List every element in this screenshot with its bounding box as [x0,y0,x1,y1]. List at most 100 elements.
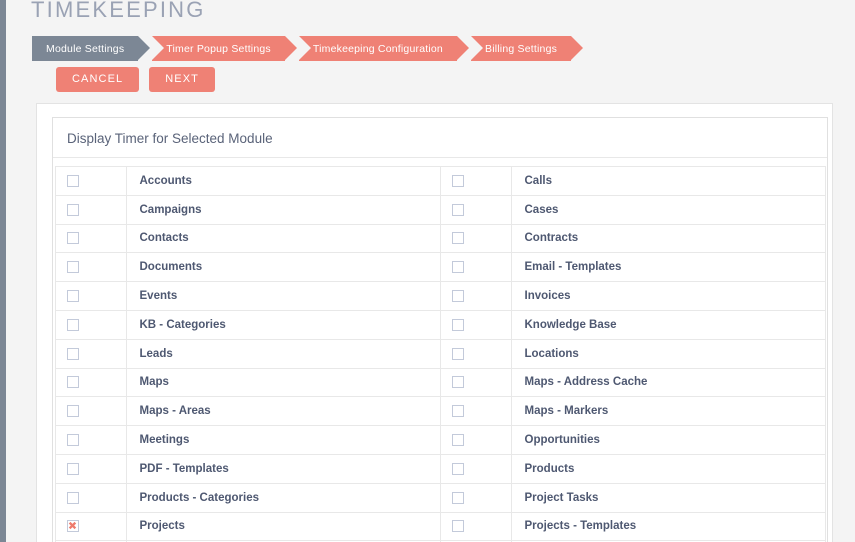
table-row: Projects Projects - Templates [54,511,826,542]
next-button[interactable]: NEXT [149,67,215,92]
table-row: Maps - Areas Maps - Markers [54,396,826,427]
cancel-button[interactable]: CANCEL [56,67,140,92]
checkbox-cell-right[interactable] [439,194,512,225]
module-name-cell-right: Maps - Markers [510,396,826,427]
wizard-step-label: Timer Popup Settings [166,42,271,55]
checkbox-icon[interactable] [66,405,79,418]
checkbox-cell-right[interactable] [439,281,512,311]
table-row: KB - Categories Knowledge Base [54,309,826,340]
table-row: Leads Locations [54,338,826,369]
checkbox-icon[interactable] [451,405,464,418]
module-name-cell-left: Campaigns [125,194,441,225]
checkbox-icon[interactable] [451,347,464,360]
module-name-cell-left: KB - Categories [125,309,441,340]
wizard-step-label: Timekeeping Configuration [312,42,443,55]
wizard-step-1[interactable]: Module Settings [32,36,151,61]
module-name-cell-left: Documents [125,252,441,283]
module-selection-table: Accounts Calls Campaigns Cases Contacts Contr… [54,166,826,542]
wizard-steps: Module Settings Timer Popup Settings Timek… [32,36,584,61]
module-name-cell-left: Maps [125,367,441,398]
wizard-step-label: Module Settings [46,42,125,55]
module-name-cell-left: PDF - Templates [125,453,441,484]
module-name-cell-left: Projects [125,511,441,542]
checkbox-cell-left[interactable] [54,166,127,196]
checkbox-checked-icon[interactable] [66,520,79,533]
checkbox-cell-right[interactable] [439,511,512,542]
checkbox-icon[interactable] [451,318,464,331]
checkbox-icon[interactable] [66,174,79,187]
wizard-step-3[interactable]: Timekeeping Configuration [298,36,470,61]
checkbox-icon[interactable] [66,232,79,245]
checkbox-cell-right[interactable] [439,367,512,398]
checkbox-icon[interactable] [451,434,464,447]
checkbox-icon[interactable] [451,232,464,245]
checkbox-cell-right[interactable] [439,425,512,455]
module-name-cell-left: Accounts [125,166,441,196]
checkbox-cell-left[interactable] [54,194,127,225]
checkbox-icon[interactable] [66,376,79,389]
checkbox-icon[interactable] [451,203,464,216]
table-row: Accounts Calls [54,166,826,196]
checkbox-icon[interactable] [451,376,464,389]
checkbox-cell-left[interactable] [54,367,127,398]
checkbox-cell-left[interactable] [54,511,127,542]
table-row: Meetings Opportunities [54,425,826,455]
checkbox-cell-left[interactable] [54,338,127,369]
module-name-cell-right: Email - Templates [510,252,826,283]
wizard-step-label: Billing Settings [484,42,558,55]
module-name-cell-left: Events [125,281,441,311]
checkbox-cell-right[interactable] [439,252,512,283]
table-row: Maps Maps - Address Cache [54,367,826,398]
module-name-cell-left: Leads [125,338,441,369]
checkbox-cell-left[interactable] [54,252,127,283]
checkbox-cell-right[interactable] [439,396,512,427]
table-row: Documents Email - Templates [54,252,826,283]
module-name-cell-right: Knowledge Base [510,309,826,340]
table-row: Campaigns Cases [54,194,826,225]
checkbox-icon[interactable] [66,261,79,274]
page-title: TIMEKEEPING [31,0,206,22]
checkbox-cell-right[interactable] [439,453,512,484]
checkbox-cell-right[interactable] [439,309,512,340]
checkbox-icon[interactable] [66,347,79,360]
checkbox-cell-right[interactable] [439,166,512,196]
checkbox-cell-right[interactable] [439,482,512,513]
checkbox-icon[interactable] [66,491,79,504]
checkbox-icon[interactable] [451,174,464,187]
panel-heading: Display Timer for Selected Module [53,118,827,158]
page-content: TIMEKEEPING Module Settings Timer Popup S… [6,0,855,542]
checkbox-cell-right[interactable] [439,338,512,369]
checkbox-cell-left[interactable] [54,309,127,340]
checkbox-cell-left[interactable] [54,223,127,254]
module-name-cell-right: Maps - Address Cache [510,367,826,398]
action-button-row: CANCEL NEXT [56,67,215,92]
module-name-cell-left: Meetings [125,425,441,455]
checkbox-icon[interactable] [451,290,464,303]
checkbox-icon[interactable] [66,434,79,447]
module-settings-panel: Display Timer for Selected Module Accoun… [52,117,828,542]
checkbox-cell-right[interactable] [439,223,512,254]
checkbox-cell-left[interactable] [54,453,127,484]
checkbox-icon[interactable] [451,462,464,475]
checkbox-cell-left[interactable] [54,482,127,513]
module-name-cell-left: Maps - Areas [125,396,441,427]
wizard-step-4[interactable]: Billing Settings [470,36,584,61]
checkbox-icon[interactable] [66,203,79,216]
table-row: Contacts Contracts [54,223,826,254]
checkbox-cell-left[interactable] [54,281,127,311]
module-name-cell-right: Project Tasks [510,482,826,513]
checkbox-cell-left[interactable] [54,396,127,427]
checkbox-cell-left[interactable] [54,425,127,455]
checkbox-icon[interactable] [66,462,79,475]
checkbox-icon[interactable] [451,520,464,533]
wizard-step-2[interactable]: Timer Popup Settings [152,36,297,61]
checkbox-icon[interactable] [66,290,79,303]
checkbox-icon[interactable] [451,491,464,504]
table-row: Events Invoices [54,281,826,311]
module-name-cell-right: Cases [510,194,826,225]
checkbox-icon[interactable] [451,261,464,274]
settings-card: Display Timer for Selected Module Accoun… [36,103,833,542]
checkbox-icon[interactable] [66,318,79,331]
module-name-cell-right: Products [510,453,826,484]
table-row: PDF - Templates Products [54,453,826,484]
